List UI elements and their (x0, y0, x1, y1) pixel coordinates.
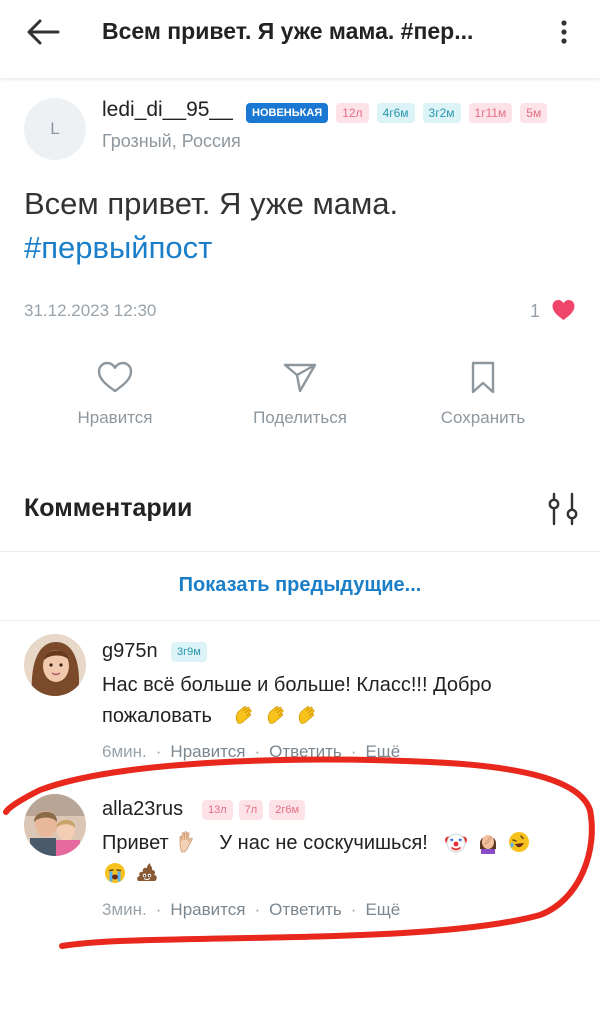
comment-text-line: Привет У нас не соскучишься! (102, 828, 572, 859)
divider (0, 551, 600, 552)
child-age-badge: 5м (520, 103, 548, 123)
heart-outline-icon (97, 361, 133, 393)
commenter-badges: 13л 7л 2г6м (202, 800, 306, 820)
comment-more-button[interactable]: Ещё (365, 742, 400, 761)
post-body: Всем привет. Я уже мама. #первыйпост (24, 182, 584, 270)
like-label: Нравится (77, 408, 153, 427)
send-icon (283, 363, 317, 393)
comment-text-part: Привет (102, 832, 169, 854)
child-age-badge: 7л (238, 800, 264, 820)
more-vertical-icon[interactable] (552, 12, 576, 52)
likes-count: 1 (530, 301, 541, 321)
child-age-badge: 13л (202, 800, 233, 820)
comment-like-button[interactable]: Нравится (170, 742, 245, 761)
top-bar: Всем привет. Я уже мама. #пер... (0, 0, 600, 78)
clapping-hands-icon (298, 706, 315, 724)
raised-hand-icon (179, 831, 193, 853)
post-text: Всем привет. Я уже мама. (24, 186, 399, 221)
show-previous-comments-link[interactable]: Показать предыдущие... (0, 574, 600, 597)
commenter-avatar[interactable] (24, 794, 86, 856)
author-avatar[interactable]: L (24, 98, 86, 160)
clapping-hands-icon (235, 706, 252, 724)
comment-like-button[interactable]: Нравится (170, 900, 245, 919)
post-date: 31.12.2023 12:30 (24, 301, 157, 320)
commenter-name[interactable]: g975n (102, 640, 158, 663)
comment-reply-button[interactable]: Ответить (269, 742, 342, 761)
child-age-badge: 3г2м (422, 103, 461, 123)
share-label: Поделиться (253, 408, 347, 427)
author-badges: НОВЕНЬКАЯ 12л 4г6м 3г2м 1г11м 5м (246, 103, 548, 123)
rolling-laughing-face-icon (509, 832, 530, 852)
avatar-photo (24, 794, 86, 856)
comment-more-button[interactable]: Ещё (365, 900, 400, 919)
author-name[interactable]: ledi_di__95__ (102, 98, 233, 122)
comment-time: 3мин. (102, 900, 147, 919)
comment-text-part: пожаловать (102, 705, 212, 727)
child-age-badge: 12л (336, 103, 369, 123)
status-badge: НОВЕНЬКАЯ (246, 103, 329, 123)
clapping-hands-icon (267, 706, 284, 724)
comment-text-line: пожаловать (102, 701, 572, 732)
comment-text: Привет У нас не соскучишься! (102, 828, 572, 890)
woman-facepalming-icon (479, 835, 496, 854)
commenter-badges: 3г9м (171, 642, 207, 662)
like-button[interactable]: Нравится (40, 360, 190, 428)
comment-text: Нас всё больше и больше! Класс!!! Добро … (102, 670, 572, 732)
pile-of-poo-icon (136, 863, 157, 881)
comment-meta: 3мин. · Нравится · Ответить · Ещё (102, 900, 401, 919)
commenter-name[interactable]: alla23rus (102, 798, 183, 821)
comment-time: 6мин. (102, 742, 147, 761)
crying-face-icon (105, 863, 125, 883)
filter-sliders-icon[interactable] (544, 490, 582, 528)
avatar-photo (24, 634, 86, 696)
commenter-avatar[interactable] (24, 634, 86, 696)
comment-reply-button[interactable]: Ответить (269, 900, 342, 919)
share-button[interactable]: Поделиться (225, 360, 375, 428)
clown-face-icon (445, 833, 467, 853)
divider (0, 620, 600, 621)
comment-text-part: У нас не соскучишься! (219, 832, 428, 854)
comment-text-line: Нас всё больше и больше! Класс!!! Добро (102, 674, 492, 696)
heart-filled-icon (552, 300, 575, 320)
child-age-badge: 4г6м (376, 103, 415, 123)
back-arrow-icon[interactable] (24, 16, 64, 48)
save-label: Сохранить (440, 408, 526, 427)
comment-meta: 6мин. · Нравится · Ответить · Ещё (102, 742, 401, 761)
comment-text-line (102, 859, 572, 890)
child-age-badge: 3г9м (171, 642, 207, 662)
comments-heading: Комментарии (24, 494, 193, 522)
child-age-badge: 1г11м (468, 103, 513, 123)
author-location: Грозный, Россия (102, 131, 241, 151)
bookmark-icon (471, 361, 495, 394)
page-title: Всем привет. Я уже мама. #пер... (102, 18, 474, 44)
save-button[interactable]: Сохранить (408, 360, 558, 428)
post-hashtag-link[interactable]: #первыйпост (24, 226, 584, 270)
child-age-badge: 2г6м (269, 800, 306, 820)
